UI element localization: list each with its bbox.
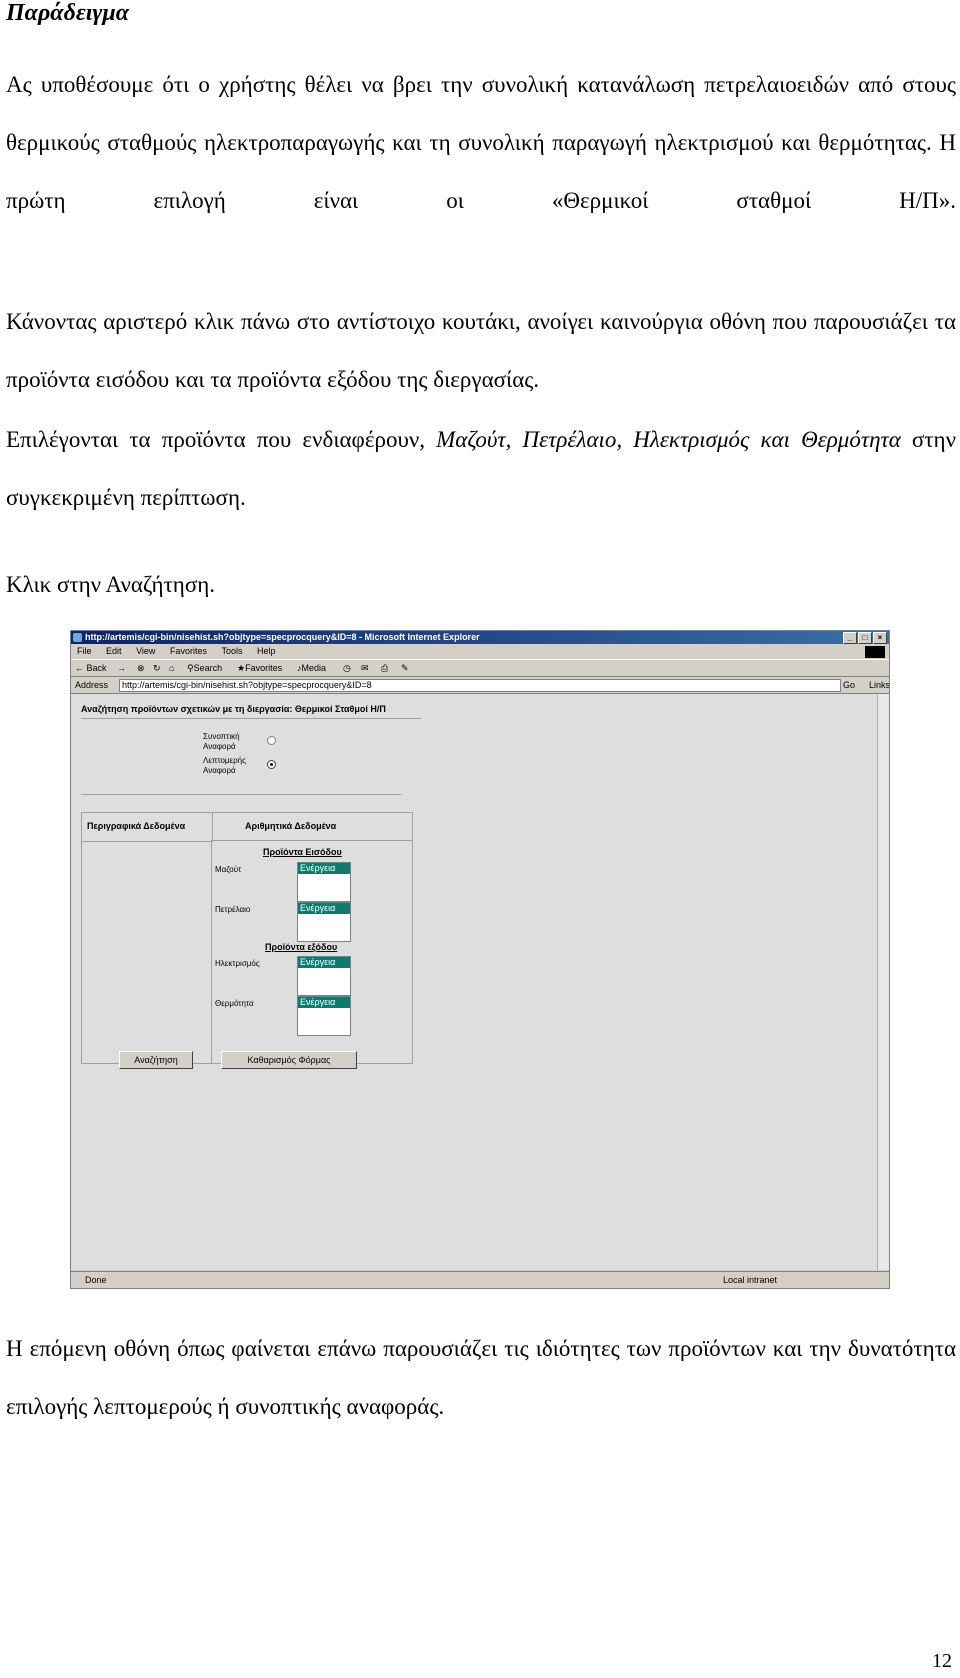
descriptive-data-header[interactable]: Περιγραφικά Δεδομένα — [87, 821, 185, 831]
paragraph-3: Επιλέγονται τα προϊόντα που ενδιαφέρουν,… — [6, 411, 956, 527]
detail-report-label: Λεπτομερής Αναφορά — [203, 756, 246, 775]
stop-button[interactable]: ⊗ — [137, 660, 145, 676]
listbox-option[interactable]: Ενέργεια — [298, 863, 350, 874]
input-products-header: Προϊόντα Εισόδου — [263, 847, 342, 857]
menu-help[interactable]: Help — [257, 646, 276, 656]
address-input[interactable]: http://artemis/cgi-bin/nisehist.sh?objty… — [119, 679, 841, 692]
search-button[interactable]: ⚲Search — [187, 660, 222, 676]
favorites-button[interactable]: ★Favorites — [237, 660, 282, 676]
links-button[interactable]: Links — [869, 677, 889, 693]
refresh-button[interactable]: ↻ — [153, 660, 161, 676]
browser-screenshot: http://artemis/cgi-bin/nisehist.sh?objty… — [70, 630, 890, 1289]
paragraph-5: Η επόμενη οθόνη όπως φαίνεται επάνω παρο… — [6, 1336, 956, 1419]
menu-edit[interactable]: Edit — [106, 646, 122, 656]
paragraph-3-start: Επιλέγονται τα προϊόντα που ενδιαφέρουν, — [6, 427, 437, 452]
browser-title: http://artemis/cgi-bin/nisehist.sh?objty… — [85, 632, 480, 642]
browser-menu-bar: File Edit View Favorites Tools Help — [71, 644, 889, 660]
menu-favorites[interactable]: Favorites — [170, 646, 207, 656]
detail-report-radio[interactable] — [267, 760, 276, 769]
back-button[interactable]: ← Back — [75, 660, 107, 676]
page-number: 12 — [932, 1650, 952, 1672]
doc-heading: Παράδειγμα — [6, 0, 129, 26]
ie-logo-icon — [73, 633, 82, 642]
media-label: Media — [301, 663, 327, 673]
paragraph-2: Κάνοντας αριστερό κλικ πάνω στο αντίστοι… — [6, 309, 956, 392]
product-listbox[interactable]: Ενέργεια — [297, 956, 351, 996]
summary-report-radio[interactable] — [267, 736, 276, 745]
browser-title-bar: http://artemis/cgi-bin/nisehist.sh?objty… — [71, 631, 889, 644]
product-label: Ηλεκτρισμός — [215, 959, 260, 968]
edit-icon[interactable]: ✎ — [401, 660, 409, 676]
listbox-option[interactable]: Ενέργεια — [298, 997, 350, 1008]
home-button[interactable]: ⌂ — [169, 660, 174, 676]
product-label: Μαζούτ — [215, 865, 242, 874]
listbox-option[interactable]: Ενέργεια — [298, 957, 350, 968]
section-rule — [81, 794, 401, 795]
search-icon: ⚲ — [187, 663, 194, 673]
history-icon[interactable]: ◷ — [343, 660, 351, 676]
address-label: Address — [75, 680, 109, 690]
minimize-button[interactable]: _ — [843, 632, 857, 644]
maximize-button[interactable]: □ — [858, 632, 872, 644]
listbox-option[interactable]: Ενέργεια — [298, 903, 350, 914]
favorites-icon: ★ — [237, 663, 246, 673]
summary-report-label: Συνοπτική Αναφορά — [203, 732, 240, 751]
paragraph-1: Ας υποθέσουμε ότι ο χρήστης θέλει να βρε… — [6, 72, 956, 213]
product-listbox[interactable]: Ενέργεια — [297, 862, 351, 902]
numeric-data-header[interactable]: Αριθμητικά Δεδομένα — [245, 821, 336, 831]
go-button[interactable]: Go — [843, 677, 855, 693]
status-bar: Done Local intranet — [71, 1271, 889, 1288]
media-button[interactable]: ♪Media — [297, 660, 326, 676]
vertical-scrollbar[interactable] — [877, 694, 889, 1270]
clear-form-button[interactable]: Καθαρισμός Φόρμας — [221, 1051, 357, 1069]
product-listbox[interactable]: Ενέργεια — [297, 902, 351, 942]
windows-logo-icon — [865, 646, 885, 658]
close-button[interactable]: × — [873, 632, 887, 644]
menu-file[interactable]: File — [77, 646, 92, 656]
menu-view[interactable]: View — [136, 646, 155, 656]
favorites-label: Favorites — [245, 663, 283, 673]
address-bar: Address http://artemis/cgi-bin/nisehist.… — [71, 677, 889, 694]
product-listbox[interactable]: Ενέργεια — [297, 996, 351, 1036]
paragraph-3-products: Μαζούτ, Πετρέλαιο, Ηλεκτρισμός και Θερμό… — [436, 427, 901, 452]
window-buttons: _ □ × — [843, 632, 887, 644]
output-products-header: Προϊόντα εξόδου — [265, 942, 338, 952]
print-icon[interactable]: ⎙ — [381, 660, 388, 676]
paragraph-4: Κλικ στην Αναζήτηση. — [6, 572, 216, 597]
product-label: Θερμότητα — [215, 999, 254, 1008]
page-content: Αναζήτηση προϊόντων σχετικών με τη διεργ… — [71, 694, 877, 1270]
product-label: Πετρέλαιο — [215, 905, 251, 914]
search-label: Search — [193, 663, 223, 673]
forward-button[interactable]: → — [117, 660, 126, 676]
form-title: Αναζήτηση προϊόντων σχετικών με τη διεργ… — [81, 704, 386, 714]
status-done: Done — [85, 1275, 107, 1285]
status-zone: Local intranet — [723, 1275, 778, 1285]
menu-tools[interactable]: Tools — [221, 646, 242, 656]
mail-icon[interactable]: ✉ — [361, 660, 369, 676]
title-rule — [81, 718, 421, 719]
browser-toolbar: ← Back → ⊗ ↻ ⌂ ⚲Search ★Favorites ♪Media… — [71, 660, 889, 677]
search-submit-button[interactable]: Αναζήτηση — [119, 1051, 193, 1069]
